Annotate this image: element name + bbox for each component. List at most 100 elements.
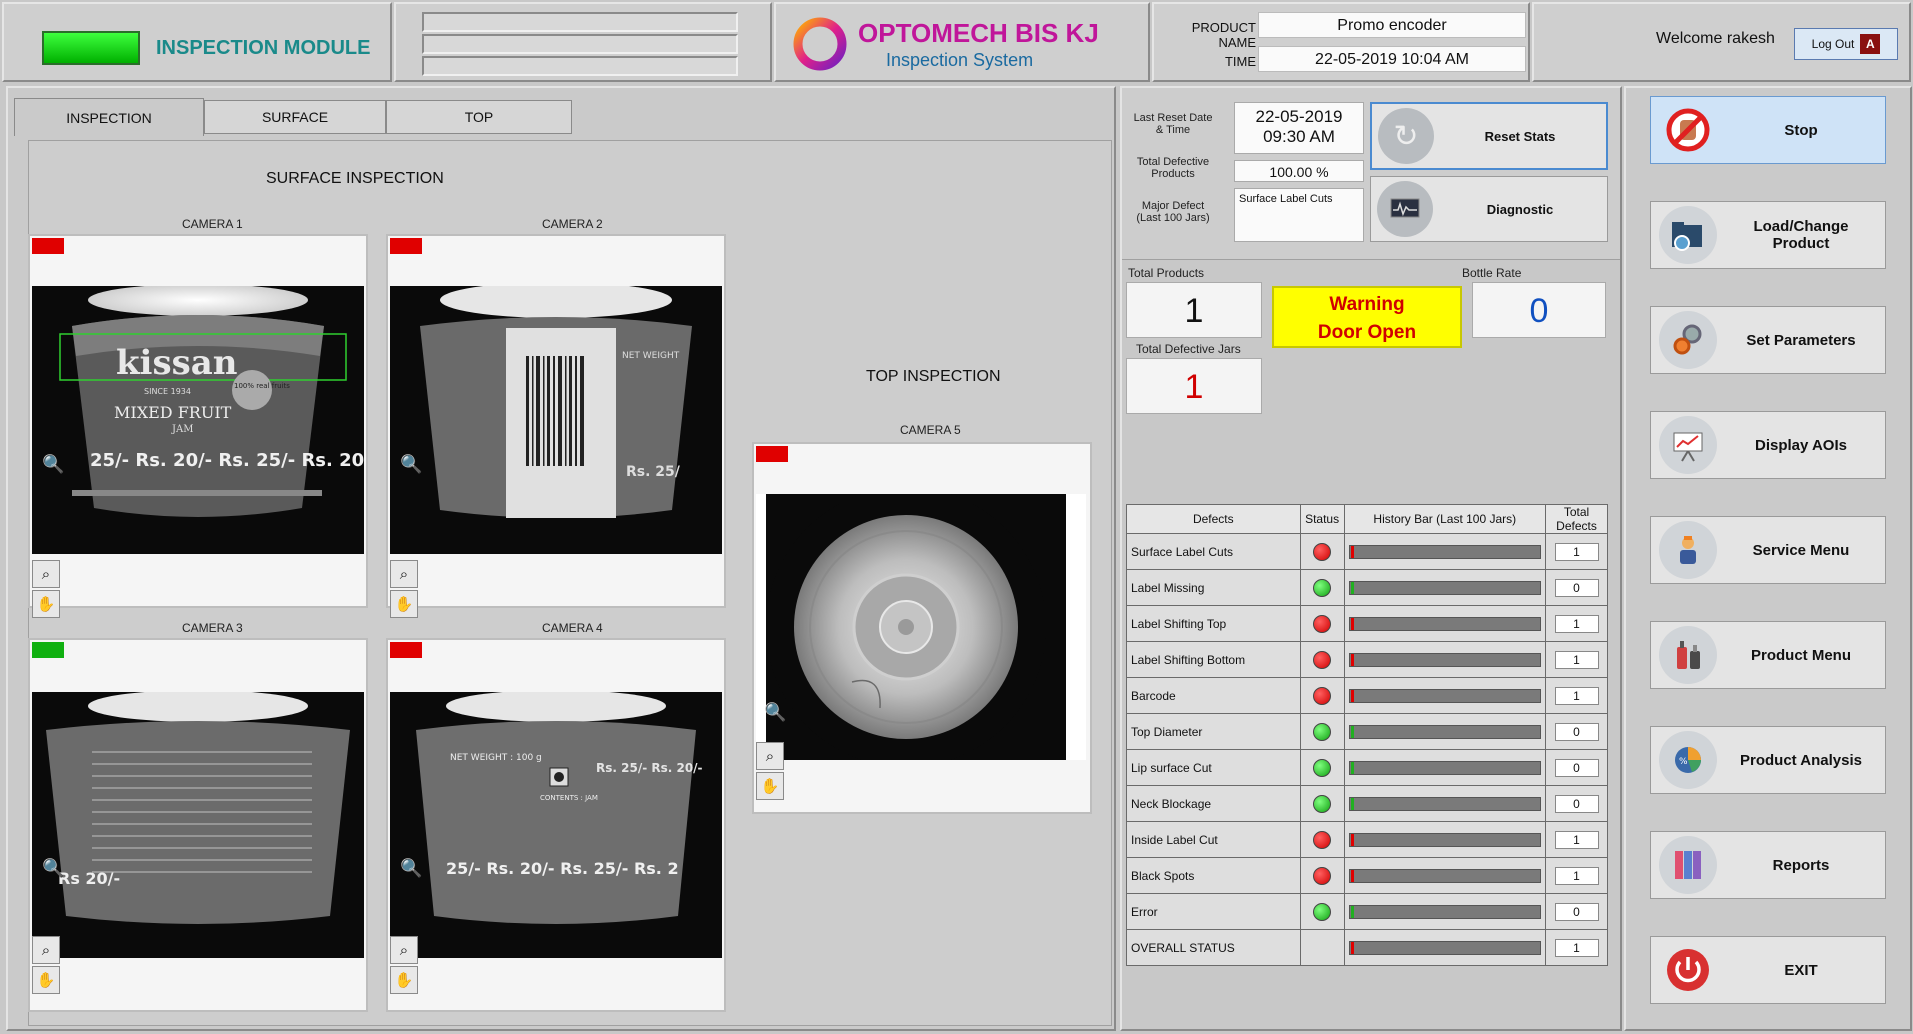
defect-total-cell: 1 bbox=[1545, 533, 1608, 570]
product-menu-button[interactable]: Product Menu bbox=[1650, 621, 1886, 689]
stop-button[interactable]: Stop bbox=[1650, 96, 1886, 164]
logout-button[interactable]: Log Out A bbox=[1794, 28, 1898, 60]
camera-1-jam-text: JAM bbox=[171, 424, 193, 435]
tab-surface[interactable]: SURFACE bbox=[204, 100, 386, 134]
camera-1-view[interactable]: kissan SINCE 1934 MIXED FRUIT JAM 100% r… bbox=[28, 234, 368, 618]
defect-name: Top Diameter bbox=[1126, 713, 1301, 750]
defect-table-header: Defects Status History Bar (Last 100 Jar… bbox=[1126, 504, 1608, 534]
reports-button[interactable]: Reports bbox=[1650, 831, 1886, 899]
defect-name: Inside Label Cut bbox=[1126, 821, 1301, 858]
camera-1-price-text: 25/- Rs. 20/- Rs. 25/- Rs. 20/ bbox=[90, 450, 364, 471]
defect-total-cell: 0 bbox=[1545, 893, 1608, 930]
camera-3-pan-button[interactable]: ✋ bbox=[32, 966, 60, 994]
defect-total-value: 1 bbox=[1554, 542, 1599, 561]
header-history-bar: History Bar (Last 100 Jars) bbox=[1343, 504, 1547, 534]
defect-status-cell bbox=[1299, 929, 1345, 966]
total-products-value: 1 bbox=[1126, 282, 1262, 338]
defect-total-value: 1 bbox=[1554, 830, 1599, 849]
diagnostic-label: Diagnostic bbox=[1486, 201, 1554, 217]
status-led-icon bbox=[1313, 866, 1332, 885]
defect-row: Top Diameter 0 bbox=[1126, 713, 1608, 750]
camera-3-view[interactable]: Rs 20/- 🔍 ⌕ ✋ bbox=[28, 638, 368, 1012]
last-reset-label: Last Reset Date & Time bbox=[1133, 112, 1213, 136]
product-analysis-label: Product Analysis bbox=[1740, 751, 1862, 769]
defect-history-bar bbox=[1348, 796, 1541, 811]
exit-button[interactable]: EXIT bbox=[1650, 936, 1886, 1004]
defect-history-bar bbox=[1348, 544, 1541, 559]
product-menu-label: Product Menu bbox=[1751, 646, 1851, 664]
status-led-icon bbox=[1313, 830, 1332, 849]
history-bar-marker bbox=[1350, 545, 1354, 558]
defect-total-value: 0 bbox=[1554, 722, 1599, 741]
history-bar-marker bbox=[1350, 653, 1354, 666]
reset-stats-label: Reset Stats bbox=[1484, 128, 1556, 144]
camera-2-net-text: NET WEIGHT bbox=[622, 351, 680, 361]
product-name-value: Promo encoder bbox=[1258, 12, 1526, 38]
service-menu-button[interactable]: Service Menu bbox=[1650, 516, 1886, 584]
camera-4-view[interactable]: NET WEIGHT : 100 g CONTENTS : JAM Rs. 25… bbox=[386, 638, 726, 1012]
camera-1-zoom-button[interactable]: ⌕ bbox=[32, 560, 60, 588]
defect-status-cell bbox=[1299, 749, 1345, 786]
set-parameters-button[interactable]: Set Parameters bbox=[1650, 306, 1886, 374]
defect-history-cell bbox=[1343, 821, 1547, 858]
camera-4-zoom-button[interactable]: ⌕ bbox=[390, 936, 418, 964]
defect-history-bar bbox=[1348, 652, 1541, 667]
diagnostic-monitor-icon bbox=[1377, 181, 1433, 237]
header-status: Status bbox=[1299, 504, 1345, 534]
camera-2-zoom-button[interactable]: ⌕ bbox=[390, 560, 418, 588]
defect-table-body: Surface Label Cuts 1 Label Missing 0 Label S… bbox=[1126, 533, 1608, 966]
power-icon bbox=[1659, 941, 1717, 999]
defect-history-bar bbox=[1348, 616, 1541, 631]
camera-3-zoom-button[interactable]: ⌕ bbox=[32, 936, 60, 964]
camera-4-pan-button[interactable]: ✋ bbox=[390, 966, 418, 994]
defect-total-value: 1 bbox=[1554, 938, 1599, 957]
camera-2-view[interactable]: NET WEIGHT Rs. 25/ 🔍 ⌕ ✋ bbox=[386, 234, 726, 618]
status-led-icon bbox=[1313, 542, 1332, 561]
defect-table-container: Defects Status History Bar (Last 100 Jar… bbox=[1126, 504, 1608, 966]
defect-row: Lip surface Cut 0 bbox=[1126, 749, 1608, 786]
total-defective-products-value: 100.00 % bbox=[1234, 160, 1364, 182]
load-change-product-button[interactable]: Load/Change Product bbox=[1650, 201, 1886, 269]
camera-4-side-price-text: Rs. 25/- Rs. 20/- bbox=[596, 761, 703, 775]
camera-1-zoom-indicator-icon: 🔍 bbox=[42, 454, 65, 474]
camera-4-contents-text: CONTENTS : JAM bbox=[540, 794, 598, 802]
camera-5-zoom-button[interactable]: ⌕ bbox=[756, 742, 784, 770]
camera-2-image: NET WEIGHT Rs. 25/ bbox=[390, 286, 722, 554]
product-analysis-button[interactable]: % Product Analysis bbox=[1650, 726, 1886, 794]
product-info-panel: PRODUCT NAME Promo encoder TIME 22-05-20… bbox=[1152, 2, 1530, 82]
camera-3-price-text: Rs 20/- bbox=[58, 869, 120, 888]
tab-inspection[interactable]: INSPECTION bbox=[14, 98, 204, 136]
defect-total-value: 1 bbox=[1554, 866, 1599, 885]
camera-1-pan-button[interactable]: ✋ bbox=[32, 590, 60, 618]
camera-4-label: CAMERA 4 bbox=[542, 621, 603, 635]
header-total-defects: Total Defects bbox=[1545, 504, 1608, 534]
camera-2-pan-button[interactable]: ✋ bbox=[390, 590, 418, 618]
defect-row: Inside Label Cut 1 bbox=[1126, 821, 1608, 858]
camera-5-view[interactable]: 🔍 ⌕ ✋ bbox=[752, 442, 1092, 814]
defect-status-cell bbox=[1299, 821, 1345, 858]
camera-4-status-flag bbox=[390, 642, 422, 658]
defect-total-cell: 1 bbox=[1545, 641, 1608, 678]
defect-history-bar bbox=[1348, 868, 1541, 883]
defect-history-bar bbox=[1348, 760, 1541, 775]
defect-total-cell: 1 bbox=[1545, 929, 1608, 966]
total-products-label: Total Products bbox=[1128, 266, 1205, 280]
defect-history-cell bbox=[1343, 533, 1547, 570]
defect-total-value: 0 bbox=[1554, 578, 1599, 597]
camera-1-since-text: SINCE 1934 bbox=[144, 387, 191, 396]
reset-stats-button[interactable]: ↻ Reset Stats bbox=[1370, 102, 1608, 170]
defect-total-cell: 1 bbox=[1545, 821, 1608, 858]
tab-top[interactable]: TOP bbox=[386, 100, 572, 134]
status-led-icon bbox=[1313, 614, 1332, 633]
defect-total-cell: 0 bbox=[1545, 569, 1608, 606]
camera-3-label: CAMERA 3 bbox=[182, 621, 243, 635]
display-aois-button[interactable]: Display AOIs bbox=[1650, 411, 1886, 479]
defect-row: Label Shifting Bottom 1 bbox=[1126, 641, 1608, 678]
camera-1-image: kissan SINCE 1934 MIXED FRUIT JAM 100% r… bbox=[32, 286, 364, 554]
diagnostic-button[interactable]: Diagnostic bbox=[1370, 176, 1608, 242]
camera-5-pan-button[interactable]: ✋ bbox=[756, 772, 784, 800]
camera-3-image: Rs 20/- bbox=[32, 692, 364, 958]
defect-row: Label Missing 0 bbox=[1126, 569, 1608, 606]
camera-2-label: CAMERA 2 bbox=[542, 217, 603, 231]
defect-total-value: 0 bbox=[1554, 758, 1599, 777]
